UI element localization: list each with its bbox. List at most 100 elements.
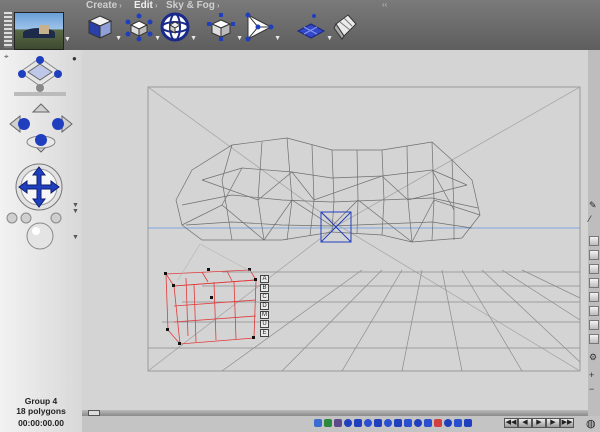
edit-scale-tool[interactable]: ▼ xyxy=(206,12,243,42)
object-tool-e-label: E xyxy=(262,330,267,336)
panel-button[interactable] xyxy=(589,236,599,246)
menu-sky-fog[interactable]: Sky & Fog › xyxy=(166,0,220,11)
object-icon[interactable] xyxy=(314,419,322,427)
camera-target-box[interactable] xyxy=(320,211,352,243)
pyramid-icon[interactable] xyxy=(394,419,402,427)
object-tool-e[interactable]: E xyxy=(260,329,269,337)
sphere-icon[interactable] xyxy=(344,419,352,427)
next-frame-button[interactable]: ▶ xyxy=(546,418,560,428)
cube-icon xyxy=(87,15,113,39)
sky-fog-tool[interactable] xyxy=(330,12,360,42)
menu-create-label: Create xyxy=(86,0,118,11)
chevron-right-icon: › xyxy=(119,1,122,10)
sky-terrain-tool[interactable]: ▼ xyxy=(296,12,333,42)
zoom-in-icon[interactable]: + xyxy=(589,370,594,380)
object-icon[interactable] xyxy=(334,419,342,427)
menu-edit[interactable]: Edit › xyxy=(134,0,158,11)
cone-icon[interactable] xyxy=(374,419,382,427)
text-object-icon[interactable] xyxy=(424,419,432,427)
panel-button[interactable] xyxy=(589,334,599,344)
create-cube-tool[interactable]: ▼ xyxy=(85,12,122,42)
option-circle-icon[interactable]: ● xyxy=(72,54,77,63)
left-control-panel: ⌖ ● ▼ ▼ ▼ Group 4 18 polygons 00:00:00.0… xyxy=(0,50,82,432)
panel-button[interactable] xyxy=(589,278,599,288)
camera-trackball-control[interactable] xyxy=(14,52,66,98)
object-tool-m-label: M xyxy=(262,312,267,318)
forward-button[interactable]: ▶▶ xyxy=(560,418,574,428)
edit-move-tool[interactable]: ▼ xyxy=(124,12,161,42)
panel-handle[interactable] xyxy=(4,12,12,48)
zoom-out-icon[interactable]: − xyxy=(589,384,594,394)
pencil-icon[interactable]: ✎ xyxy=(589,200,597,211)
color-icon[interactable] xyxy=(434,419,442,427)
chevron-down-icon[interactable]: ▼ xyxy=(274,35,281,42)
chevron-down-icon[interactable]: ▼ xyxy=(72,208,79,215)
play-button[interactable]: ▶ xyxy=(532,418,546,428)
object-tool-a-label: A xyxy=(262,276,267,282)
prev-frame-button[interactable]: ◀ xyxy=(518,418,532,428)
chevron-right-icon: › xyxy=(154,1,158,10)
grid-terrain-icon xyxy=(296,14,326,39)
rotate-gizmo-icon xyxy=(160,12,190,42)
panel-button[interactable] xyxy=(589,250,599,260)
ground-grid xyxy=(148,269,581,372)
material-icon[interactable] xyxy=(444,419,452,427)
edit-points-tool[interactable]: ▼ xyxy=(244,12,281,42)
object-tool-b[interactable]: B xyxy=(260,284,269,292)
chevron-down-icon[interactable]: ▼ xyxy=(72,234,79,241)
object-tool-b-label: B xyxy=(262,285,267,291)
rewind-button[interactable]: ◀◀ xyxy=(504,418,518,428)
object-tool-c-label: C xyxy=(262,294,267,300)
cube-icon[interactable] xyxy=(354,419,362,427)
polygon-count: 18 polygons xyxy=(16,406,66,416)
object-tool-d[interactable]: D xyxy=(260,302,269,310)
house-icon xyxy=(39,25,49,34)
edit-rotate-tool[interactable]: ▼ xyxy=(160,12,197,42)
camera-move-pad[interactable] xyxy=(6,102,76,160)
object-tool-a[interactable]: A xyxy=(260,275,269,283)
scene-thumbnail[interactable] xyxy=(14,12,64,50)
object-tool-u-label: U xyxy=(262,321,267,327)
globe-icon[interactable]: ◍ xyxy=(586,417,596,430)
tree-icon[interactable] xyxy=(324,419,332,427)
panel-button[interactable] xyxy=(589,320,599,330)
menu-sky-fog-label: Sky & Fog xyxy=(166,0,215,11)
time-readout: 00:00:00.00 xyxy=(18,418,64,428)
expand-handle-icon[interactable]: ‹‹ xyxy=(382,0,387,9)
wireframe-object xyxy=(175,137,481,243)
collapse-icon[interactable]: ⌖ xyxy=(4,52,9,62)
light-icon[interactable] xyxy=(414,419,422,427)
chevron-down-icon[interactable]: ▼ xyxy=(190,35,197,42)
panel-button[interactable] xyxy=(589,292,599,302)
object-tool-m[interactable]: M xyxy=(260,311,269,319)
crystal-icon xyxy=(333,14,357,40)
cylinder-icon[interactable] xyxy=(364,419,372,427)
menu-create[interactable]: Create › xyxy=(86,0,122,11)
menu-edit-label: Edit xyxy=(134,0,153,11)
triangle-points-icon xyxy=(245,12,274,42)
right-tool-strip: ✎ ⁄ ⚙ + − xyxy=(588,50,600,418)
object-tool-c[interactable]: C xyxy=(260,293,269,301)
chevron-right-icon: › xyxy=(216,1,220,10)
selection-status: Group 4 18 polygons 00:00:00.00 xyxy=(0,396,82,428)
top-toolbar: ▼ Create › Edit › Sky & Fog › ▼ ▼ ▼ ▼ ▼ … xyxy=(0,0,600,50)
panel-button[interactable] xyxy=(589,264,599,274)
chevron-down-icon[interactable]: ▼ xyxy=(64,36,71,43)
settings-icon[interactable]: ⚙ xyxy=(589,352,597,363)
object-tool-u[interactable]: U xyxy=(260,320,269,328)
chevron-down-icon[interactable]: ▼ xyxy=(115,35,122,42)
plane-icon[interactable] xyxy=(404,419,412,427)
scale-gizmo-icon xyxy=(207,13,235,41)
bottom-toolbar: ◀◀ ◀ ▶ ▶ ▶▶ ◍ xyxy=(82,416,600,432)
chevron-down-icon[interactable]: ▼ xyxy=(236,35,243,42)
panel-button[interactable] xyxy=(589,306,599,316)
torus-icon[interactable] xyxy=(384,419,392,427)
render-icon[interactable] xyxy=(464,419,472,427)
brush-icon[interactable]: ⁄ xyxy=(589,214,591,224)
camera-frame xyxy=(147,86,581,372)
zoom-sphere-control[interactable] xyxy=(4,210,78,254)
direction-pad-control[interactable] xyxy=(14,162,64,212)
scene-wireframe[interactable] xyxy=(82,50,588,410)
camera-icon[interactable] xyxy=(454,419,462,427)
selected-object-wireframe[interactable] xyxy=(165,269,257,345)
